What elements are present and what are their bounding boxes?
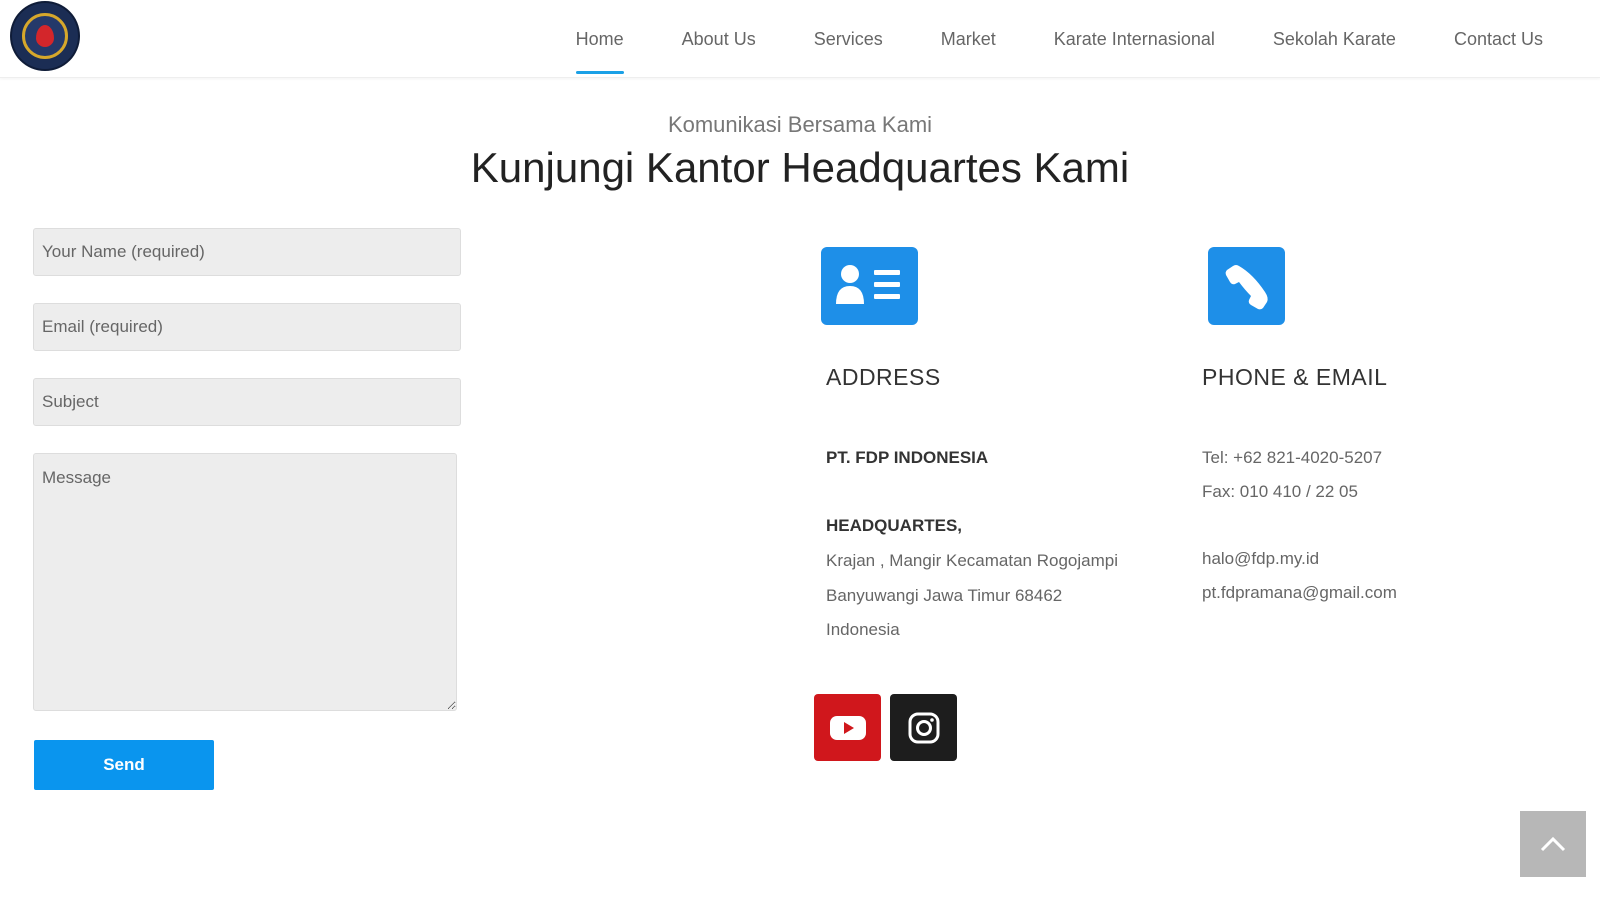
email-input[interactable] [33, 303, 461, 351]
email-address-2[interactable]: pt.fdpramana@gmail.com [1202, 575, 1397, 610]
nav-item-about-us[interactable]: About Us [653, 0, 785, 78]
phone-email-heading: PHONE & EMAIL [1202, 364, 1388, 390]
youtube-icon [829, 715, 866, 740]
address-line-2: Banyuwangi Jawa Timur 68462 [826, 586, 1063, 605]
nav-item-services[interactable]: Services [785, 0, 912, 78]
message-textarea[interactable] [33, 453, 457, 711]
main-nav: Home About Us Services Market Karate Int… [547, 0, 1572, 78]
address-card-icon [821, 247, 918, 325]
address-heading: ADDRESS [826, 364, 941, 390]
send-button[interactable]: Send [34, 740, 214, 790]
address-line-1: Krajan , Mangir Kecamatan Rogojampi [826, 551, 1118, 570]
nav-item-market[interactable]: Market [912, 0, 1025, 78]
nav-item-contact-us[interactable]: Contact Us [1425, 0, 1572, 78]
back-to-top-button[interactable] [1520, 811, 1586, 877]
instagram-link[interactable] [890, 694, 957, 761]
youtube-link[interactable] [814, 694, 881, 761]
logo-ring [22, 13, 68, 59]
instagram-icon [908, 712, 939, 743]
site-logo[interactable] [12, 3, 78, 69]
subject-input[interactable] [33, 378, 461, 426]
nav-item-karate-internasional[interactable]: Karate Internasional [1025, 0, 1244, 78]
email-address-1[interactable]: halo@fdp.my.id [1202, 541, 1319, 576]
hq-label: HEADQUARTES, [826, 516, 963, 535]
company-name: PT. FDP INDONESIA [826, 448, 989, 467]
logo-emblem [36, 25, 54, 47]
site-header: Home About Us Services Market Karate Int… [0, 0, 1600, 78]
name-input[interactable] [33, 228, 461, 276]
chevron-up-icon [1540, 836, 1566, 852]
page-title: Kunjungi Kantor Headquartes Kami [470, 144, 1130, 191]
nav-item-sekolah-karate[interactable]: Sekolah Karate [1244, 0, 1425, 78]
fax-number: Fax: 010 410 / 22 05 [1202, 482, 1358, 501]
phone-icon [1208, 247, 1285, 325]
nav-item-home[interactable]: Home [547, 0, 653, 78]
section-subtitle: Komunikasi Bersama Kami [667, 112, 933, 137]
address-line-3: Indonesia [826, 620, 900, 639]
phone-number[interactable]: Tel: +62 821-4020-5207 [1202, 440, 1382, 475]
